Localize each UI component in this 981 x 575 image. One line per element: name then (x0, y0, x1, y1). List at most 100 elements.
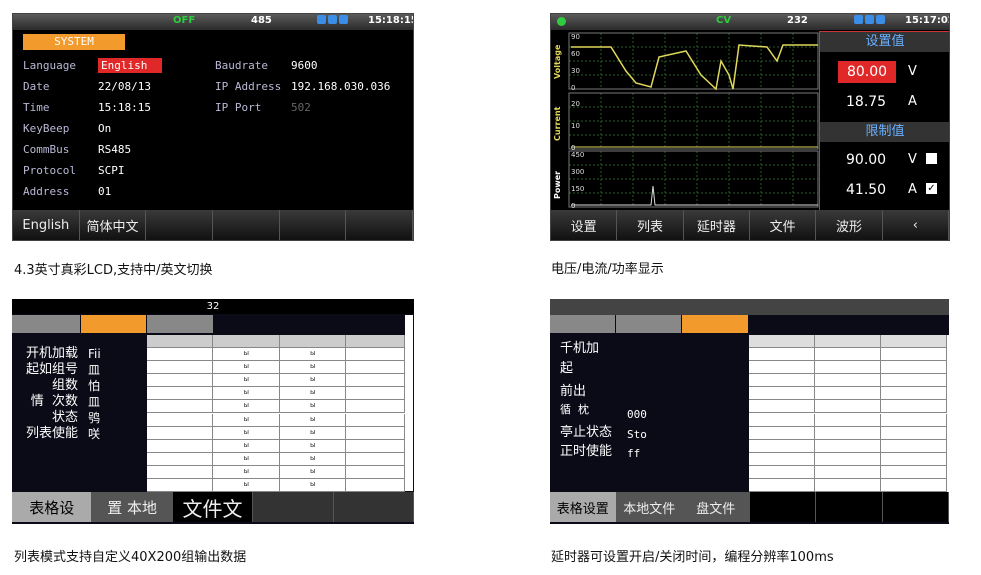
tab-2[interactable] (616, 315, 681, 333)
tab-3[interactable] (147, 315, 213, 333)
table-cell[interactable]: ы (280, 478, 346, 492)
table-cell[interactable] (815, 478, 881, 492)
table-cell[interactable] (815, 348, 881, 362)
table-cell[interactable] (881, 439, 947, 453)
setting-value[interactable]: 9600 (291, 59, 318, 72)
table-cell[interactable] (147, 374, 213, 388)
table-cell[interactable] (147, 387, 213, 401)
table-cell[interactable]: ы (280, 361, 346, 375)
table-cell[interactable] (749, 361, 815, 375)
softkey-4[interactable] (213, 210, 280, 240)
setting-value[interactable]: 502 (291, 101, 311, 114)
table-cell[interactable] (815, 413, 881, 427)
table-cell[interactable] (213, 335, 280, 349)
table-cell[interactable] (881, 387, 947, 401)
set-current-value[interactable]: 18.75 (846, 94, 886, 110)
table-cell[interactable] (749, 452, 815, 466)
table-cell[interactable]: ы (280, 452, 346, 466)
table-cell[interactable] (147, 478, 213, 492)
table-cell[interactable] (346, 426, 405, 440)
table-cell[interactable] (346, 335, 405, 349)
softkey-6[interactable] (346, 210, 413, 240)
table-cell[interactable]: ы (280, 387, 346, 401)
table-cell[interactable] (815, 439, 881, 453)
english-button[interactable]: English (13, 210, 80, 240)
table-cell[interactable] (147, 335, 213, 349)
table-cell[interactable] (749, 439, 815, 453)
table-cell[interactable] (147, 439, 213, 453)
table-cell[interactable] (881, 335, 947, 349)
table-cell[interactable]: ы (213, 374, 280, 388)
table-cell[interactable] (815, 400, 881, 414)
table-cell[interactable] (346, 478, 405, 492)
softkey-6[interactable] (882, 492, 949, 522)
param-value[interactable]: 000 (627, 407, 647, 423)
waveform-button[interactable]: 波形 (816, 210, 883, 240)
table-cell[interactable] (749, 335, 815, 349)
table-cell[interactable] (815, 426, 881, 440)
table-cell[interactable]: ы (280, 374, 346, 388)
table-cell[interactable] (881, 400, 947, 414)
table-cell[interactable] (346, 465, 405, 479)
table-cell[interactable] (346, 374, 405, 388)
table-cell[interactable] (147, 452, 213, 466)
table-cell[interactable] (346, 439, 405, 453)
setting-value[interactable]: 22/08/13 (98, 80, 151, 93)
table-cell[interactable] (280, 335, 346, 349)
param-value[interactable]: Fii (88, 346, 101, 362)
delay-button[interactable]: 延时器 (683, 210, 750, 240)
table-cell[interactable] (749, 348, 815, 362)
settings-button[interactable]: 设置 (551, 210, 618, 240)
tab-1[interactable] (12, 315, 80, 333)
table-cell[interactable]: ы (213, 465, 280, 479)
table-cell[interactable]: ы (280, 400, 346, 414)
table-cell[interactable] (749, 465, 815, 479)
table-cell[interactable] (346, 348, 405, 362)
table-cell[interactable] (346, 413, 405, 427)
table-cell[interactable]: ы (213, 478, 280, 492)
softkey-4[interactable] (253, 492, 334, 522)
softkey-4[interactable] (749, 492, 816, 522)
table-cell[interactable]: ы (213, 439, 280, 453)
limit-voltage-value[interactable]: 90.00 (846, 152, 886, 168)
table-cell[interactable]: ы (213, 452, 280, 466)
disk-file-button[interactable]: 盘文件 (683, 492, 750, 522)
softkey-3[interactable] (146, 210, 214, 240)
set-voltage-field[interactable]: 80.00 (838, 61, 896, 83)
table-cell[interactable] (815, 361, 881, 375)
setting-value[interactable]: SCPI (98, 164, 125, 177)
table-cell[interactable] (147, 361, 213, 375)
table-cell[interactable]: ы (280, 348, 346, 362)
local-file-button[interactable]: 置 本地 (92, 492, 173, 522)
param-value[interactable]: 咲 (88, 426, 100, 442)
softkey-5[interactable] (816, 492, 883, 522)
table-cell[interactable] (749, 426, 815, 440)
table-cell[interactable] (749, 400, 815, 414)
table-cell[interactable] (881, 465, 947, 479)
table-cell[interactable]: ы (213, 361, 280, 375)
file-button[interactable]: 文件文 (172, 492, 254, 522)
table-cell[interactable] (815, 374, 881, 388)
table-cell[interactable] (815, 387, 881, 401)
setting-value[interactable]: 01 (98, 185, 111, 198)
table-cell[interactable] (881, 413, 947, 427)
tab-1[interactable] (550, 315, 615, 333)
table-cell[interactable]: ы (280, 439, 346, 453)
limit-current-checkbox[interactable]: ✓ (926, 183, 937, 194)
setting-value[interactable]: English (98, 58, 162, 73)
limit-voltage-checkbox[interactable] (926, 153, 937, 164)
limit-current-value[interactable]: 41.50 (846, 182, 886, 198)
softkey-5[interactable] (333, 492, 414, 522)
table-cell[interactable] (147, 413, 213, 427)
table-cell[interactable]: ы (280, 426, 346, 440)
table-cell[interactable] (346, 452, 405, 466)
list-button[interactable]: 列表 (617, 210, 684, 240)
tab-3[interactable] (682, 315, 748, 333)
table-settings-button[interactable]: 表格设置 (550, 492, 617, 522)
table-cell[interactable]: ы (213, 387, 280, 401)
table-cell[interactable] (815, 465, 881, 479)
setting-value[interactable]: RS485 (98, 143, 131, 156)
table-cell[interactable]: ы (280, 465, 346, 479)
table-cell[interactable] (881, 426, 947, 440)
table-cell[interactable] (749, 413, 815, 427)
